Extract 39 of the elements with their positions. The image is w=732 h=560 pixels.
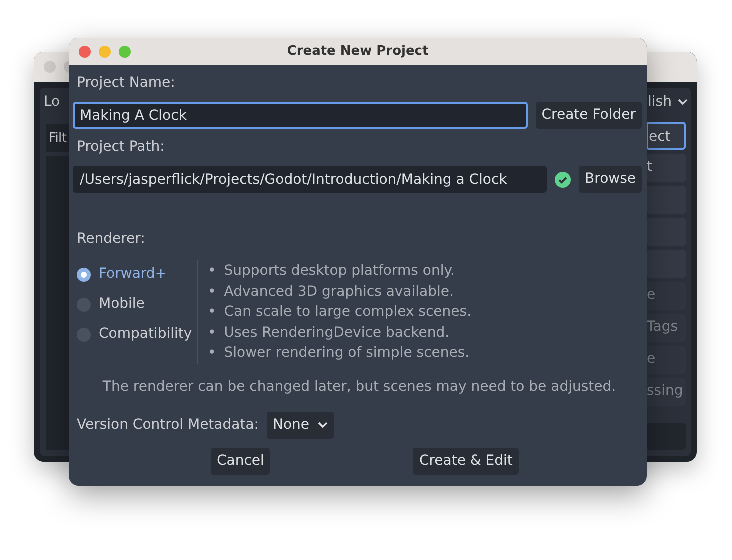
- bullet: •: [208, 262, 216, 281]
- chevron-down-icon: [678, 99, 688, 106]
- background-bar: [646, 423, 686, 450]
- minimize-icon[interactable]: [99, 46, 111, 58]
- bullet: •: [208, 282, 216, 302]
- create-folder-button[interactable]: Create Folder: [536, 102, 642, 129]
- side-button[interactable]: ect: [646, 122, 686, 150]
- window-title: Create New Project: [287, 42, 429, 61]
- tab[interactable]: Lo: [44, 92, 60, 113]
- maximize-icon[interactable]: [119, 46, 131, 58]
- side-button[interactable]: [646, 218, 686, 246]
- side-button[interactable]: [646, 250, 686, 278]
- field-label: Version Control Metadata:: [77, 416, 259, 434]
- window-control-icon[interactable]: [44, 61, 56, 73]
- create-button[interactable]: Create & Edit: [413, 448, 519, 474]
- project-name-field[interactable]: Making A Clock: [73, 102, 528, 129]
- close-icon[interactable]: [79, 46, 91, 58]
- bullet: •: [208, 344, 216, 363]
- feature-text: Can scale to large complex scenes.: [224, 303, 472, 322]
- version-control-dropdown[interactable]: None: [267, 412, 334, 438]
- bullet: •: [208, 324, 216, 342]
- chevron-down-icon: [318, 422, 328, 428]
- feature-text: Uses RenderingDevice backend.: [224, 324, 450, 342]
- side-button[interactable]: t: [646, 154, 686, 182]
- field-label: Project Name:: [77, 74, 176, 93]
- feature-text: Advanced 3D graphics available.: [224, 282, 454, 302]
- feature-text: Slower rendering of simple scenes.: [224, 344, 470, 363]
- section-label: Renderer:: [77, 230, 146, 249]
- renderer-radio[interactable]: Forward+: [77, 264, 189, 285]
- language-dropdown[interactable]: lish: [648, 92, 688, 113]
- project-path-field[interactable]: /Users/jasperflick/Projects/Godot/Introduction/Making a Clock: [73, 166, 548, 193]
- renderer-radio[interactable]: Mobile: [77, 294, 189, 315]
- cancel-button[interactable]: Cancel: [211, 448, 270, 474]
- side-button[interactable]: [646, 186, 686, 214]
- renderer-note: The renderer can be changed later, but scenes may need to be adjusted.: [102, 378, 618, 396]
- feature-text: Supports desktop platforms only.: [224, 262, 455, 281]
- browse-button[interactable]: Browse: [579, 166, 642, 193]
- field-label: Project Path:: [77, 138, 166, 157]
- bullet: •: [208, 303, 216, 322]
